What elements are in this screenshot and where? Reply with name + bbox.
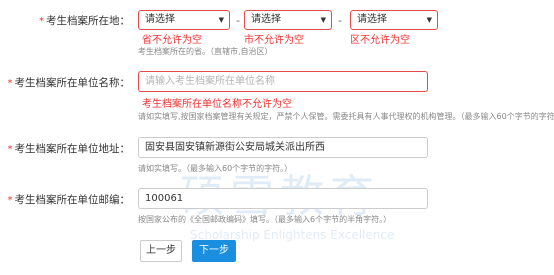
next-step-button[interactable]: 下一步 [192, 240, 236, 262]
district-error: 区不允许为空 [350, 35, 410, 46]
province-select-value: 请选择 [145, 14, 175, 25]
unit-name-hint: 请如实填写,按国家档案管理有关规定，严禁个人保管。需委托具有人事代理权的机构管理… [138, 112, 554, 121]
province-select[interactable]: 请选择 ▼ [138, 10, 230, 30]
region-label: * 考生档案所在地： [0, 13, 130, 28]
unit-name-error: 考生档案所在单位名称不允许为空 [142, 99, 292, 110]
unit-name-label: * 考生档案所在单位名称： [0, 75, 131, 90]
region-label-text: 考生档案所在地： [46, 15, 130, 27]
chevron-down-icon: ▼ [218, 16, 224, 24]
city-select-value: 请选择 [251, 14, 281, 25]
chevron-down-icon: ▼ [426, 16, 432, 24]
required-mark: * [39, 16, 44, 27]
province-error: 省不允许为空 [142, 35, 202, 46]
district-select[interactable]: 请选择 ▼ [350, 10, 438, 30]
prev-step-button[interactable]: 上一步 [140, 240, 182, 262]
city-select[interactable]: 请选择 ▼ [244, 10, 332, 30]
unit-name-placeholder: 请输入考生档案所在单位名称 [145, 76, 275, 87]
chevron-down-icon: ▼ [320, 16, 326, 24]
unit-name-label-text: 考生档案所在单位名称： [14, 77, 131, 89]
unit-address-label-text: 考生档案所在单位地址： [14, 143, 131, 155]
required-mark: * [7, 144, 13, 155]
unit-postcode-input[interactable]: 100061 [138, 188, 428, 209]
unit-name-input[interactable]: 请输入考生档案所在单位名称 [138, 71, 428, 92]
unit-address-value: 固安县固安镇新源街公安局城关派出所西 [145, 142, 325, 153]
region-hint: 考生档案所在的省。（直辖市,自治区） [138, 47, 273, 56]
separator: - [338, 14, 342, 27]
unit-postcode-value: 100061 [145, 193, 184, 204]
unit-address-label: * 考生档案所在单位地址： [0, 141, 131, 156]
unit-address-hint: 请如实填写。（最多输入60个字节的字符。） [138, 164, 293, 173]
unit-postcode-hint: 按国家公布的《全国邮政编码》填写。（最多输入6个字节的半角字符。） [138, 215, 392, 224]
separator: - [236, 14, 240, 27]
unit-postcode-label-text: 考生档案所在单位邮编： [14, 194, 131, 206]
unit-postcode-label: * 考生档案所在单位邮编： [0, 192, 131, 207]
required-mark: * [7, 78, 13, 89]
unit-address-input[interactable]: 固安县固安镇新源街公安局城关派出所西 [138, 137, 428, 158]
city-error: 市不允许为空 [244, 35, 304, 46]
required-mark: * [7, 195, 13, 206]
district-select-value: 请选择 [357, 14, 387, 25]
